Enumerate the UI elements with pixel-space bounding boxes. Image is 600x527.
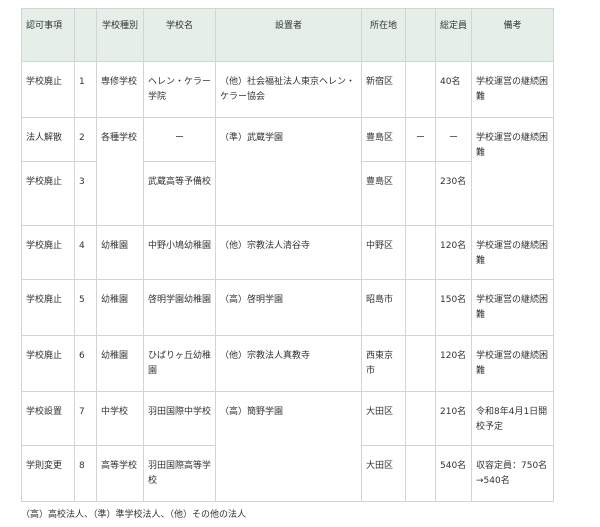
table-cell: 学校運営の継続困難 — [471, 117, 554, 226]
table-cell: 法人解散 — [21, 117, 75, 162]
table-cell — [405, 391, 436, 446]
table-cell: 学校廃止 — [21, 225, 75, 280]
table-cell: 学校廃止 — [21, 161, 75, 226]
table-cell: 大田区 — [361, 445, 406, 502]
table-cell: 各種学校 — [96, 117, 144, 226]
table-cell: 6 — [74, 335, 97, 392]
table-cell: 学校廃止 — [21, 61, 75, 118]
table-cell: （他）宗教法人清谷寺 — [215, 225, 362, 280]
table-cell — [405, 161, 436, 226]
table-cell: （準）武蔵学園 — [215, 117, 362, 226]
table-cell — [405, 445, 436, 502]
table-cell: 学校廃止 — [21, 335, 75, 392]
table-row: 法人解散 2 各種学校 ー （準）武蔵学園 豊島区 ー ー 学校運営の継続困難 — [21, 117, 554, 226]
header-cell: 備考 — [471, 8, 554, 62]
header-cell: 設置者 — [215, 8, 362, 62]
table-row: 学校廃止 1 専修学校 ヘレン・ケラー学院 （他）社会福祉法人東京ヘレン・ケラー… — [21, 61, 554, 118]
authorization-table: 認可事項 学校種別 学校名 設置者 所在地 総定員 備考 学校廃止 1 専修学校… — [21, 8, 554, 502]
table-cell: 学校運営の継続困難 — [471, 279, 554, 336]
table-cell — [405, 279, 436, 336]
table-cell: 新宿区 — [361, 61, 406, 118]
header-cell: 認可事項 — [21, 8, 75, 62]
table-cell: ー — [143, 117, 216, 162]
table-cell: 5 — [74, 279, 97, 336]
table-cell: 8 — [74, 445, 97, 502]
header-cell: 学校名 — [143, 8, 216, 62]
table-cell: 大田区 — [361, 391, 406, 446]
table-cell: 4 — [74, 225, 97, 280]
table-cell — [405, 61, 436, 118]
table-cell: 高等学校 — [96, 445, 144, 502]
table-cell: 2 — [74, 117, 97, 162]
table-cell: 40名 — [435, 61, 472, 118]
table-cell — [405, 225, 436, 280]
table-container: 認可事項 学校種別 学校名 設置者 所在地 総定員 備考 学校廃止 1 専修学校… — [21, 8, 554, 502]
table-cell: （高）簡野学園 — [215, 391, 362, 502]
table-cell: 学校廃止 — [21, 279, 75, 336]
table-cell: 幼稚園 — [96, 335, 144, 392]
table-cell: 540名 — [435, 445, 472, 502]
table-cell: （他）宗教法人真教寺 — [215, 335, 362, 392]
table-cell: 羽田国際中学校 — [143, 391, 216, 446]
table-cell: 西東京市 — [361, 335, 406, 392]
table-cell: 羽田国際高等学校 — [143, 445, 216, 502]
table-cell: 豊島区 — [361, 117, 406, 162]
table-cell: 専修学校 — [96, 61, 144, 118]
table-cell: 幼稚園 — [96, 279, 144, 336]
table-cell: ー — [435, 117, 472, 162]
table-cell: 1 — [74, 61, 97, 118]
table-cell: 7 — [74, 391, 97, 446]
table-cell: 3 — [74, 161, 97, 226]
footnote: （高）高校法人、（準）準学校法人、（他）その他の法人 — [21, 510, 247, 520]
table-cell: （高）啓明学園 — [215, 279, 362, 336]
table-cell: 中学校 — [96, 391, 144, 446]
table-cell: ヘレン・ケラー学院 — [143, 61, 216, 118]
table-cell: 230名 — [435, 161, 472, 226]
table-row: 学校設置 7 中学校 羽田国際中学校 （高）簡野学園 大田区 210名 令和8年… — [21, 391, 554, 502]
table-cell: 豊島区 — [361, 161, 406, 226]
table-cell: 120名 — [435, 225, 472, 280]
table-cell: 210名 — [435, 391, 472, 446]
header-cell — [74, 8, 97, 62]
table-cell: 昭島市 — [361, 279, 406, 336]
table-cell — [405, 335, 436, 392]
table-cell: 武蔵高等予備校 — [143, 161, 216, 226]
table-cell: （他）社会福祉法人東京ヘレン・ケラー協会 — [215, 61, 362, 118]
table-row: 学校廃止 4 幼稚園 中野小鳩幼稚園 （他）宗教法人清谷寺 中野区 120名 学… — [21, 225, 554, 280]
table-cell: 150名 — [435, 279, 472, 336]
table-row: 学校廃止 6 幼稚園 ひばりヶ丘幼稚園 （他）宗教法人真教寺 西東京市 120名… — [21, 335, 554, 392]
table-cell: ひばりヶ丘幼稚園 — [143, 335, 216, 392]
table-cell: 学則変更 — [21, 445, 75, 502]
table-cell: 学校運営の継続困難 — [471, 61, 554, 118]
header-cell: 所在地 — [361, 8, 406, 62]
table-cell: 学校運営の継続困難 — [471, 335, 554, 392]
table-cell: 中野小鳩幼稚園 — [143, 225, 216, 280]
header-cell — [405, 8, 436, 62]
table-cell: 学校運営の継続困難 — [471, 225, 554, 280]
header-cell: 総定員 — [435, 8, 472, 62]
table-cell: 啓明学園幼稚園 — [143, 279, 216, 336]
table-cell: 収容定員：750名→540名 — [471, 445, 554, 502]
table-cell: 中野区 — [361, 225, 406, 280]
table-cell: ー — [405, 117, 436, 162]
table-row: 学校廃止 5 幼稚園 啓明学園幼稚園 （高）啓明学園 昭島市 150名 学校運営… — [21, 279, 554, 336]
table-cell: 学校設置 — [21, 391, 75, 446]
header-cell: 学校種別 — [96, 8, 144, 62]
header-row: 認可事項 学校種別 学校名 設置者 所在地 総定員 備考 — [21, 8, 554, 62]
table-cell: 令和8年4月1日開校予定 — [471, 391, 554, 446]
table-cell: 幼稚園 — [96, 225, 144, 280]
table-cell: 120名 — [435, 335, 472, 392]
